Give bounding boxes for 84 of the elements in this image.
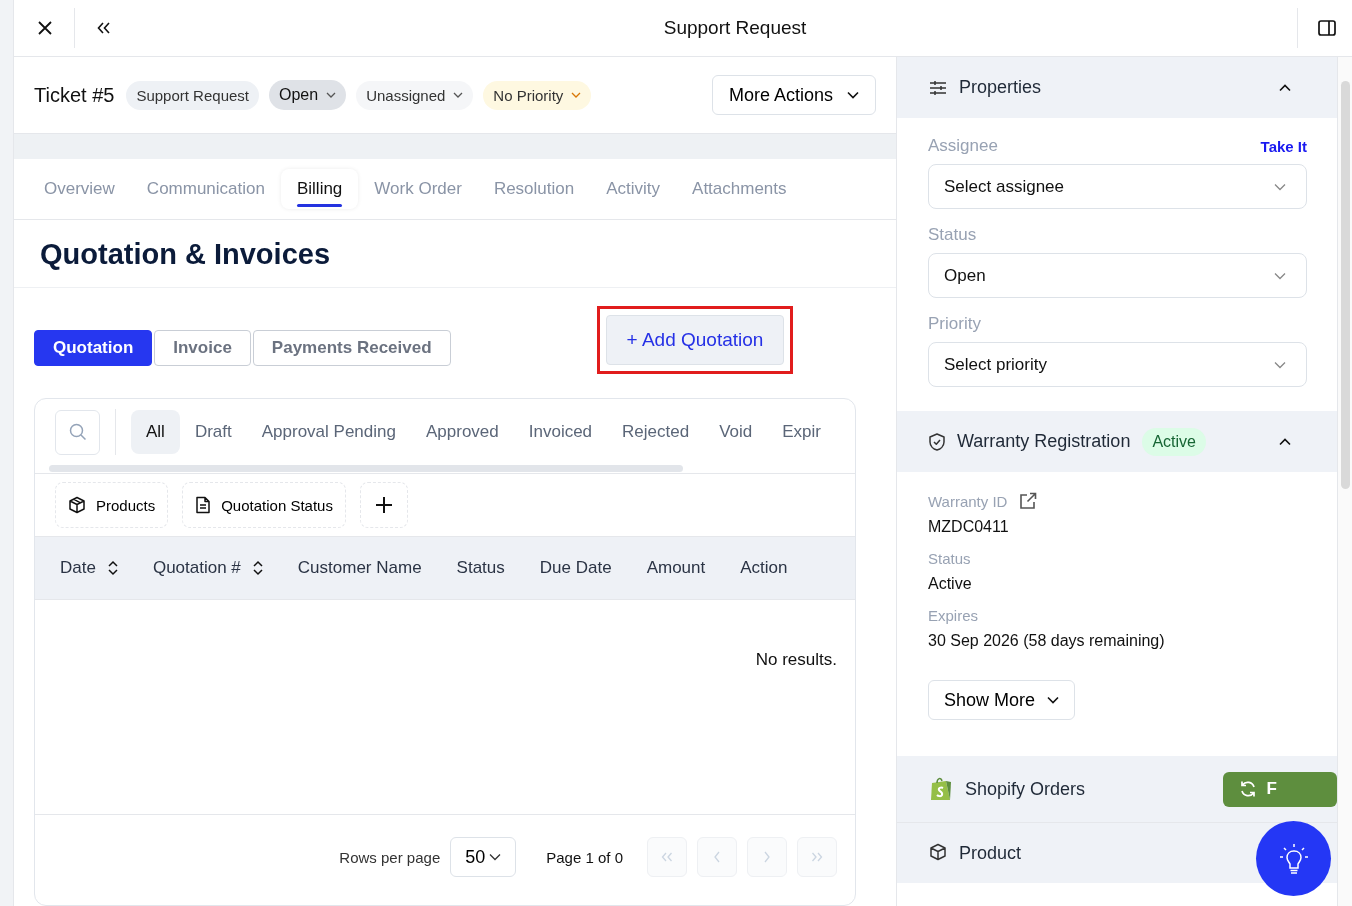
panel-title: Warranty Registration [957, 431, 1131, 452]
page-indicator: Page 1 of 0 [546, 848, 623, 866]
show-more-button[interactable]: Show More [928, 680, 1076, 720]
select-field[interactable]: Select assignee [928, 164, 1307, 209]
filter-tab[interactable]: Approved [410, 410, 514, 454]
sort-icon[interactable] [107, 560, 118, 576]
vertical-scrollbar[interactable] [1338, 57, 1352, 906]
double-chevron-left-icon [661, 852, 673, 862]
panel-title: Product [959, 843, 1022, 864]
sort-icon[interactable] [252, 560, 263, 576]
add-filter-button[interactable] [359, 482, 408, 528]
tab[interactable]: Billing [280, 169, 359, 209]
ticket-title: Ticket #5 [34, 83, 115, 107]
panel-title: Properties [959, 77, 1042, 98]
field-label: Warranty ID [928, 492, 1008, 510]
ticket-type-tag: Support Request [126, 80, 259, 110]
rows-per-page-label: Rows per page [339, 848, 441, 866]
close-icon [38, 21, 52, 35]
double-chevron-left-icon [97, 22, 111, 34]
field-value: Active [928, 575, 973, 593]
external-link-icon[interactable] [1019, 492, 1038, 510]
filter-tab[interactable]: Invoiced [513, 410, 608, 454]
field-label: Priority [928, 314, 981, 334]
status-badge: Active [1142, 427, 1206, 456]
column-header: Status [456, 558, 505, 578]
filter-tab[interactable]: Void [704, 410, 768, 454]
document-icon [195, 496, 212, 514]
field-label: Expires [928, 607, 979, 624]
column-header: Due Date [539, 558, 612, 578]
shield-check-icon [929, 432, 945, 451]
segment-tab[interactable]: Invoice [154, 330, 251, 366]
double-chevron-right-icon [811, 852, 823, 862]
field-label: Status [928, 225, 977, 245]
segment-tab[interactable]: Quotation [34, 330, 153, 366]
panel-title: Shopify Orders [965, 778, 1086, 800]
field-label: Assignee [928, 136, 998, 156]
field-value: MZDC0411 [928, 518, 1010, 536]
shopping-bag-icon [929, 776, 953, 802]
side-panel-icon [1318, 20, 1336, 36]
sliders-icon [929, 79, 947, 96]
chevron-right-icon [763, 851, 771, 863]
filter-tab[interactable]: All [131, 410, 180, 454]
rows-per-page-select[interactable]: 50 [450, 837, 517, 877]
search-icon [68, 423, 87, 441]
plus-icon [374, 496, 393, 514]
column-header: Customer Name [297, 558, 422, 578]
take-it-link[interactable]: Take It [1260, 137, 1307, 155]
fetch-button[interactable]: F [1222, 771, 1337, 807]
cube-icon [929, 843, 947, 861]
chevron-up-icon[interactable] [1279, 83, 1291, 92]
cube-icon [68, 496, 86, 514]
lightbulb-icon [1278, 842, 1309, 875]
segment-tab[interactable]: Payments Received [252, 330, 451, 366]
chevron-left-icon [713, 851, 721, 863]
filter-chip[interactable]: Quotation Status [182, 482, 346, 528]
add-quotation-button[interactable]: + Add Quotation [605, 315, 785, 365]
filter-tab[interactable]: Rejected [607, 410, 705, 454]
chevron-down-icon [1047, 696, 1060, 704]
field-value: 30 Sep 2026 (58 days remaining) [928, 632, 1166, 650]
filter-tab[interactable]: Expir [767, 410, 821, 454]
chevron-down-icon [1274, 182, 1286, 191]
chevron-down-icon [1274, 360, 1286, 369]
empty-message: No results. [755, 650, 837, 670]
chevron-down-icon [847, 91, 859, 99]
chevron-up-icon[interactable] [1279, 437, 1291, 446]
filter-tab[interactable]: Approval Pending [246, 410, 411, 454]
column-header: Amount [646, 558, 706, 578]
filter-chip[interactable]: Products [55, 482, 169, 528]
column-header: Date [60, 558, 96, 578]
chevron-down-icon [489, 853, 502, 861]
select-field[interactable]: Select priority [928, 342, 1307, 387]
section-heading: Quotation & Invoices [14, 220, 896, 288]
field-label: Status [928, 550, 971, 567]
filter-tab[interactable]: Draft [179, 410, 247, 454]
ticket-chip-dropdown[interactable]: No Priority [483, 80, 592, 110]
chevron-down-icon [1274, 271, 1286, 280]
column-header: Quotation # [152, 558, 241, 578]
more-actions-button[interactable]: More Actions [711, 75, 876, 115]
select-field[interactable]: Open [928, 253, 1307, 298]
ticket-chip-dropdown[interactable]: Unassigned [356, 80, 474, 110]
ticket-chip-dropdown[interactable]: Open [269, 80, 347, 110]
column-header: Action [740, 558, 788, 578]
refresh-icon [1238, 780, 1257, 798]
window-title: Support Request [662, 17, 808, 39]
